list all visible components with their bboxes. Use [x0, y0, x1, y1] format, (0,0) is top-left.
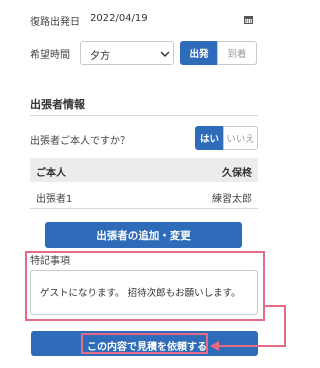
time-mode-arrive-button[interactable]: 到着 — [217, 41, 257, 65]
is-self-no-button[interactable]: いいえ — [223, 126, 258, 150]
header-right-value: 久保柊 — [222, 168, 252, 179]
notes-textarea[interactable]: ゲストになります。 招待次郎もお願いします。 — [30, 270, 258, 315]
submit-highlight-box: この内容で見積を依頼する — [81, 333, 208, 354]
is-self-yes-button[interactable]: はい — [195, 126, 224, 150]
chevron-down-icon — [160, 51, 170, 57]
is-self-question: 出張者ご本人ですか？ — [30, 136, 130, 147]
return-date-label: 復路出発日 — [30, 17, 80, 28]
return-date-value[interactable]: 2022/04/19 — [90, 13, 148, 24]
desired-time-select[interactable]: 夕方 — [80, 41, 174, 65]
time-mode-depart-button[interactable]: 出発 — [180, 41, 218, 65]
notes-text: ゲストになります。 招待次郎もお願いします。 — [40, 288, 241, 299]
header-left-label: ご本人 — [36, 168, 66, 179]
table-divider — [30, 208, 258, 209]
desired-time-label: 希望時間 — [30, 50, 70, 61]
desired-time-value: 夕方 — [90, 51, 110, 62]
add-change-traveler-button[interactable]: 出張者の追加・変更 — [45, 222, 242, 248]
traveler-row-value: 練習太郎 — [212, 194, 252, 205]
table-row: 出張者1 練習太郎 — [30, 184, 258, 208]
notes-label: 特記事項 — [30, 256, 70, 267]
traveler-table-header: ご本人 久保柊 — [30, 158, 258, 182]
submit-label: この内容で見積を依頼する — [87, 342, 207, 353]
traveler-row-label: 出張者1 — [36, 194, 73, 205]
section-divider — [30, 115, 258, 116]
traveler-section-title: 出張者情報 — [30, 98, 85, 111]
calendar-icon[interactable] — [244, 16, 253, 24]
